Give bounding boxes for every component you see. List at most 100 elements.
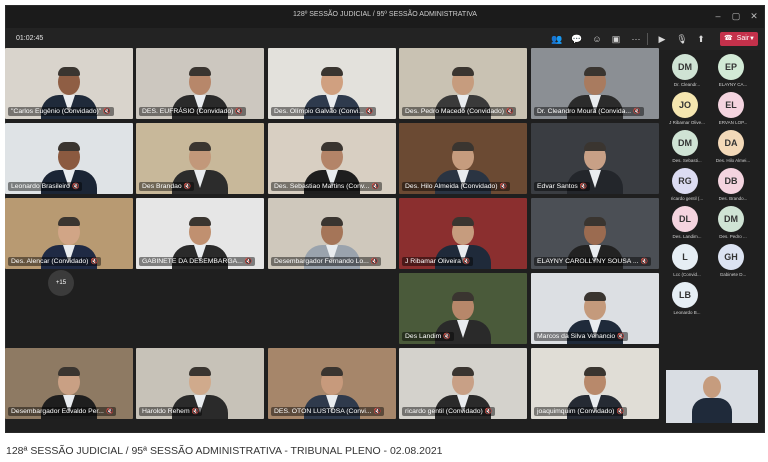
microphone-icon[interactable]: 🎙: [676, 33, 688, 45]
video-tile[interactable]: Des Brandao 🔇: [136, 123, 264, 194]
roster-participant[interactable]: DM Des. Sebasti...: [664, 130, 710, 168]
video-tile[interactable]: "Carlos Eugênio (Convidado)" 🔇: [5, 48, 133, 119]
hair: [584, 292, 606, 301]
participant-name-label: Des. Alencar (Convidado) 🔇: [8, 257, 101, 266]
hair: [584, 217, 606, 226]
avatar: DL: [672, 206, 698, 232]
participant-name-label: Des Brandao 🔇: [139, 182, 195, 191]
maximize-icon[interactable]: ▢: [730, 10, 742, 22]
video-tile[interactable]: Leonardo Brasileiro 🔇: [5, 123, 133, 194]
hair: [321, 142, 343, 151]
mic-muted-icon: 🔇: [484, 409, 493, 415]
hair: [189, 217, 211, 226]
video-tile[interactable]: DES. OTON LUSTOSA (Convi... 🔇: [268, 348, 396, 419]
hair: [58, 142, 80, 151]
roster-participant[interactable]: DL Des. Landim...: [664, 206, 710, 244]
participant-name: Edvar Santos: [537, 183, 578, 190]
roster-participant[interactable]: EP ELAYNY CA...: [710, 54, 756, 92]
participant-name-label: GABINETE DA DESEMBARGA... 🔇: [139, 257, 256, 266]
participant-name: Des. Sebastiao Martins (Conv...: [274, 183, 370, 190]
roster-participant[interactable]: JO J Ribamar Olive...: [664, 92, 710, 130]
participant-name: Marcos da Silva Venancio: [537, 333, 616, 340]
participant-name: Haroldo Rehem: [142, 408, 190, 415]
video-tile[interactable]: Desembargador Fernando Lo... 🔇: [268, 198, 396, 269]
participant-name-label: Leonardo Brasileiro 🔇: [8, 182, 83, 191]
roster-participant[interactable]: DB Des. Brando...: [710, 168, 756, 206]
hair: [452, 292, 474, 301]
mic-muted-icon: 🔇: [105, 409, 114, 415]
avatar: DM: [672, 130, 698, 156]
rooms-icon[interactable]: ▣: [610, 33, 622, 45]
share-screen-icon[interactable]: ⬆: [695, 33, 707, 45]
roster-participant-label: Lcc (Convid...: [673, 272, 701, 277]
reactions-icon[interactable]: ☺: [591, 33, 603, 45]
participant-name-label: DES. EUFRÁSIO (Convidado) 🔇: [139, 107, 246, 116]
video-tile[interactable]: ELAYNY CAROLLYNY SOUSA ... 🔇: [531, 198, 659, 269]
avatar: DM: [672, 54, 698, 80]
video-tile[interactable]: Des Landim 🔇: [399, 273, 527, 344]
roster-participant[interactable]: L Lcc (Convid...: [664, 244, 710, 282]
mic-muted-icon: 🔇: [244, 259, 253, 265]
roster-participant[interactable]: GH Gabinete D...: [710, 244, 756, 282]
participant-name: Desembargador Edvaldo Per...: [11, 408, 104, 415]
video-tile[interactable]: Des. Alencar (Convidado) 🔇: [5, 198, 133, 269]
video-tile[interactable]: Des. Hilo Almeida (Convidado) 🔇: [399, 123, 527, 194]
roster-participant[interactable]: DA Des. Hilo Almei...: [710, 130, 756, 168]
roster-participant-label: ELAYNY CA...: [718, 82, 748, 87]
video-tile[interactable]: GABINETE DA DESEMBARGA... 🔇: [136, 198, 264, 269]
minimize-icon[interactable]: –: [712, 10, 724, 22]
hair: [452, 142, 474, 151]
mic-muted-icon: 🔇: [371, 184, 379, 190]
video-tile[interactable]: ricardo gentil (Convidado) 🔇: [399, 348, 527, 419]
video-tile[interactable]: Des. Pedro Macedo (Convidado) 🔇: [399, 48, 527, 119]
hair: [189, 367, 211, 376]
roster-participant[interactable]: DM Dr. Cleandr...: [664, 54, 710, 92]
avatar: EL: [718, 92, 744, 118]
roster-participant-label: Des. Sebasti...: [672, 158, 702, 163]
hair: [58, 67, 80, 76]
self-view-video: [666, 370, 758, 423]
roster-participant-label: ERVAN LOP...: [718, 120, 748, 125]
avatar: DB: [718, 168, 744, 194]
participant-name: Des. Pedro Macedo (Convidado): [405, 108, 504, 115]
mic-muted-icon: 🔇: [235, 109, 243, 115]
close-icon[interactable]: ✕: [748, 10, 760, 22]
video-tile[interactable]: Haroldo Rehem 🔇: [136, 348, 264, 419]
participant-name: ELAYNY CAROLLYNY SOUSA ...: [537, 258, 639, 265]
participant-name-label: joaquimquim (Convidado) 🔇: [534, 407, 627, 416]
participant-name: Leonardo Brasileiro: [11, 183, 70, 190]
roster-participant[interactable]: DM Des. Pedro ...: [710, 206, 756, 244]
participant-name-label: Dr. Cleandro Moura (Convida... 🔇: [534, 107, 644, 116]
roster-participant[interactable]: RG ricardo gentil (...: [664, 168, 710, 206]
participants-icon[interactable]: 👥: [551, 33, 563, 45]
video-tile[interactable]: DES. EUFRÁSIO (Convidado) 🔇: [136, 48, 264, 119]
participant-name-label: Des. Hilo Almeida (Convidado) 🔇: [402, 182, 511, 191]
roster-participant-label: ricardo gentil (...: [670, 196, 704, 201]
chevron-down-icon[interactable]: ▼: [749, 32, 755, 46]
mic-muted-icon: 🔇: [183, 184, 192, 190]
video-tile[interactable]: joaquimquim (Convidado) 🔇: [531, 348, 659, 419]
video-tile[interactable]: J Ribamar Oliveira 🔇: [399, 198, 527, 269]
leave-button[interactable]: ☎ Sair ▼: [720, 32, 758, 46]
roster-participant[interactable]: LB Leonardo B...: [664, 282, 710, 320]
participant-name: joaquimquim (Convidado): [537, 408, 615, 415]
mic-muted-icon: 🔇: [579, 184, 588, 190]
mic-muted-icon: 🔇: [373, 409, 382, 415]
leave-label: Sair: [736, 35, 750, 42]
video-tile[interactable]: Marcos da Silva Venancio 🔇: [531, 273, 659, 344]
roster-participant[interactable]: EL ERVAN LOP...: [710, 92, 756, 130]
participant-name-label: Des. Pedro Macedo (Convidado) 🔇: [402, 107, 517, 116]
video-tile[interactable]: Des. Olímpio Galvão (Convi... 🔇: [268, 48, 396, 119]
more-participants-button[interactable]: +15: [48, 270, 74, 296]
self-view-person: [692, 376, 732, 423]
video-tile[interactable]: Desembargador Edvaldo Per... 🔇: [5, 348, 133, 419]
camera-icon[interactable]: ▶: [656, 33, 668, 45]
chat-icon[interactable]: 💬: [571, 33, 583, 45]
video-tile[interactable]: Des. Sebastiao Martins (Conv... 🔇: [268, 123, 396, 194]
participant-name-label: Haroldo Rehem 🔇: [139, 407, 203, 416]
mic-muted-icon: 🔇: [370, 259, 379, 265]
participant-name: J Ribamar Oliveira: [405, 258, 461, 265]
video-tile[interactable]: Dr. Cleandro Moura (Convida... 🔇: [531, 48, 659, 119]
more-actions-icon[interactable]: ···: [630, 33, 642, 45]
video-tile[interactable]: Edvar Santos 🔇: [531, 123, 659, 194]
